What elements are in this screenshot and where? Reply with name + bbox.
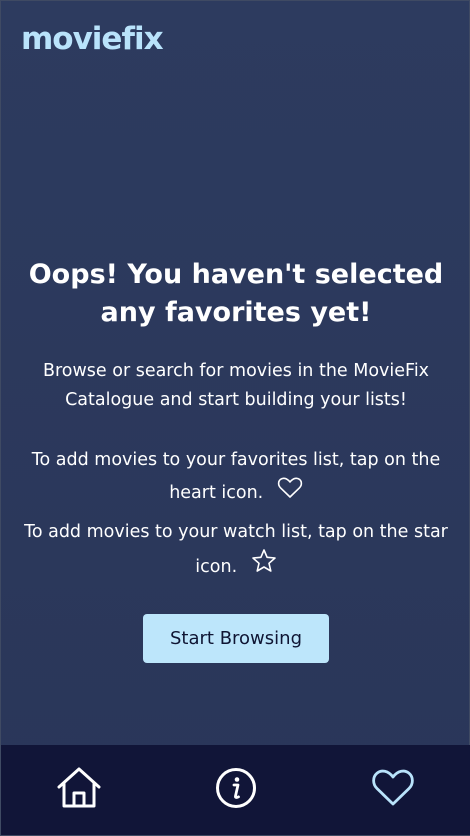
heart-icon — [371, 768, 415, 812]
heart-icon — [277, 476, 303, 511]
start-browsing-button[interactable]: Start Browsing — [143, 614, 329, 663]
watchlist-tip: To add movies to your watch list, tap on… — [11, 516, 461, 585]
empty-headline: Oops! You haven't selected any favorites… — [28, 259, 444, 328]
nav-info-button[interactable] — [206, 760, 266, 820]
browse-subtext: Browse or search for movies in the Movie… — [42, 361, 430, 410]
moviefix-logo[interactable]: moviefix — [21, 21, 164, 57]
nav-home-button[interactable] — [49, 760, 109, 820]
home-icon — [56, 766, 102, 814]
favorites-tip-text: To add movies to your favorites list, ta… — [31, 450, 441, 503]
info-icon — [215, 767, 257, 813]
bottom-nav — [1, 745, 470, 835]
favorites-tip: To add movies to your favorites list, ta… — [11, 444, 461, 511]
nav-favorites-button[interactable] — [363, 760, 423, 820]
app-frame: moviefix Oops! You haven't selected any … — [0, 0, 470, 836]
empty-favorites-message: Oops! You haven't selected any favorites… — [1, 256, 470, 585]
watchlist-tip-text: To add movies to your watch list, tap on… — [24, 522, 448, 577]
star-icon — [251, 548, 277, 585]
